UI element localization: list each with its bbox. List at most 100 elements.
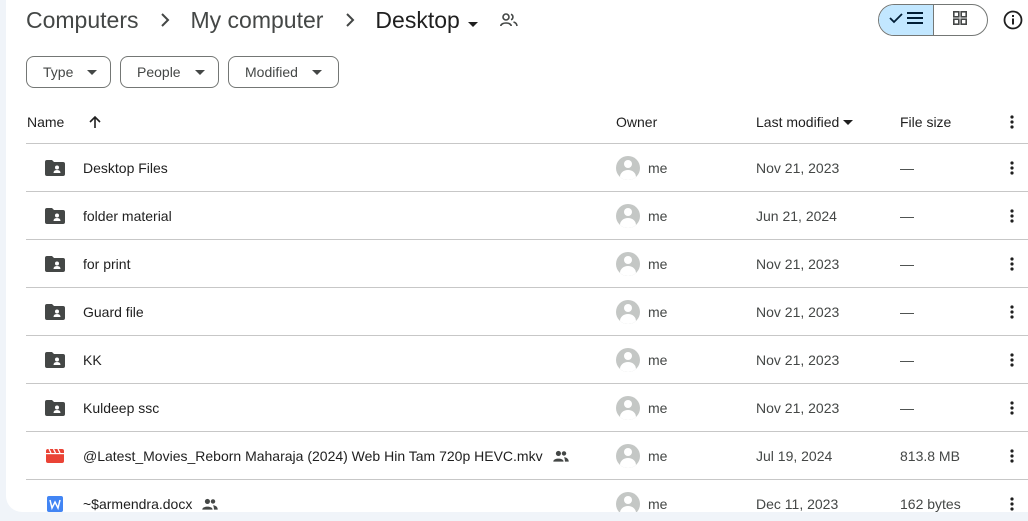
video-icon xyxy=(44,432,66,480)
breadcrumb-item-computers[interactable]: Computers xyxy=(26,7,138,34)
dropdown-arrow-icon xyxy=(311,69,322,75)
list-view-icon xyxy=(906,11,923,29)
avatar xyxy=(616,204,640,228)
table-row[interactable]: ~$armendra.docx me Dec 11, 2023 162 bytes xyxy=(26,480,1028,512)
table-row[interactable]: Kuldeep ssc me Nov 21, 2023 — xyxy=(26,384,1028,432)
folder-icon xyxy=(44,336,66,384)
more-actions-icon[interactable] xyxy=(1004,144,1020,192)
file-name: folder material xyxy=(83,208,172,224)
avatar xyxy=(616,300,640,324)
breadcrumb-current-folder[interactable]: Desktop xyxy=(375,6,478,34)
owner-cell: me xyxy=(616,432,667,480)
chevron-right-icon xyxy=(160,12,170,28)
owner-name: me xyxy=(648,256,668,272)
table-row[interactable]: folder material me Jun 21, 2024 — xyxy=(26,192,1028,240)
file-name-cell[interactable]: Kuldeep ssc xyxy=(83,384,159,432)
file-name: Kuldeep ssc xyxy=(83,400,160,416)
type-filter-chip[interactable]: Type xyxy=(26,56,111,88)
name-column-header[interactable]: Name xyxy=(27,100,64,144)
column-options-icon[interactable] xyxy=(1004,100,1020,144)
more-actions-icon[interactable] xyxy=(1004,240,1020,288)
owner-cell: me xyxy=(616,288,667,336)
file-name-cell[interactable]: Guard file xyxy=(83,288,144,336)
owner-cell: me xyxy=(616,336,667,384)
file-name: for print xyxy=(83,256,131,272)
last-modified-cell: Nov 21, 2023 xyxy=(756,400,840,416)
owner-column-header[interactable]: Owner xyxy=(616,100,657,144)
breadcrumb: Computers My computer Desktop xyxy=(26,4,518,36)
file-name-cell[interactable]: Desktop Files xyxy=(83,144,168,192)
shared-icon xyxy=(202,498,219,510)
grid-view-button[interactable] xyxy=(934,5,988,35)
file-size-cell: — xyxy=(900,352,914,368)
file-name-cell[interactable]: ~$armendra.docx xyxy=(83,480,219,512)
avatar xyxy=(616,396,640,420)
file-size-cell: — xyxy=(900,256,914,272)
avatar xyxy=(616,252,640,276)
owner-name: me xyxy=(648,400,668,416)
owner-cell: me xyxy=(616,384,667,432)
table-row[interactable]: for print me Nov 21, 2023 — xyxy=(26,240,1028,288)
last-modified-cell: Dec 11, 2023 xyxy=(756,496,839,512)
file-name-cell[interactable]: KK xyxy=(83,336,102,384)
modified-filter-chip[interactable]: Modified xyxy=(228,56,339,88)
file-name-cell[interactable]: @Latest_Movies_Reborn Maharaja (2024) We… xyxy=(83,432,569,480)
dropdown-arrow-icon xyxy=(467,7,478,34)
shared-people-icon[interactable] xyxy=(499,13,518,27)
filter-label: People xyxy=(137,64,181,80)
file-size-cell: 162 bytes xyxy=(900,496,961,512)
people-filter-chip[interactable]: People xyxy=(120,56,219,88)
more-actions-icon[interactable] xyxy=(1004,288,1020,336)
more-actions-icon[interactable] xyxy=(1004,480,1020,512)
avatar xyxy=(616,156,640,180)
last-modified-cell: Nov 21, 2023 xyxy=(756,256,840,272)
shared-icon xyxy=(552,450,569,462)
owner-name: me xyxy=(648,208,668,224)
table-header: Name Owner Last modified File size xyxy=(26,100,1028,144)
more-actions-icon[interactable] xyxy=(1004,432,1020,480)
owner-cell: me xyxy=(616,480,667,512)
list-view-button[interactable] xyxy=(879,5,934,35)
more-actions-icon[interactable] xyxy=(1004,384,1020,432)
more-actions-icon[interactable] xyxy=(1004,336,1020,384)
main-panel: Computers My computer Desktop Type Peopl… xyxy=(6,0,1028,512)
more-actions-icon[interactable] xyxy=(1004,192,1020,240)
file-size-cell: — xyxy=(900,304,914,320)
current-folder-title: Desktop xyxy=(375,6,460,33)
file-name-cell[interactable]: for print xyxy=(83,240,130,288)
folder-icon xyxy=(44,384,66,432)
table-row[interactable]: KK me Nov 21, 2023 — xyxy=(26,336,1028,384)
filter-label: Type xyxy=(43,64,74,80)
dropdown-arrow-icon xyxy=(194,69,205,75)
file-size-cell: — xyxy=(900,400,914,416)
info-icon[interactable] xyxy=(1002,9,1024,31)
last-modified-column-header[interactable]: Last modified xyxy=(756,100,854,144)
filter-label: Modified xyxy=(245,64,298,80)
table-row[interactable]: Guard file me Nov 21, 2023 — xyxy=(26,288,1028,336)
file-name: @Latest_Movies_Reborn Maharaja (2024) We… xyxy=(83,448,543,464)
word-doc-icon xyxy=(44,480,66,512)
sort-ascending-arrow-icon[interactable] xyxy=(88,100,102,144)
dropdown-arrow-icon xyxy=(87,69,98,75)
file-name: Guard file xyxy=(83,304,144,320)
last-modified-cell: Nov 21, 2023 xyxy=(756,304,840,320)
owner-cell: me xyxy=(616,240,667,288)
last-modified-cell: Jun 21, 2024 xyxy=(756,208,837,224)
table-row[interactable]: Desktop Files me Nov 21, 2023 — xyxy=(26,144,1028,192)
file-size-column-header[interactable]: File size xyxy=(900,100,951,144)
file-table: Name Owner Last modified File size Deskt… xyxy=(26,100,1028,512)
sort-dropdown-icon xyxy=(843,119,854,125)
file-size-cell: 813.8 MB xyxy=(900,448,960,464)
folder-icon xyxy=(44,240,66,288)
owner-name: me xyxy=(648,160,668,176)
table-body: Desktop Files me Nov 21, 2023 — folder mater… xyxy=(26,144,1028,512)
view-toggle xyxy=(878,4,988,36)
folder-icon xyxy=(44,144,66,192)
table-row[interactable]: @Latest_Movies_Reborn Maharaja (2024) We… xyxy=(26,432,1028,480)
file-name-cell[interactable]: folder material xyxy=(83,192,172,240)
breadcrumb-item-my-computer[interactable]: My computer xyxy=(190,7,323,34)
avatar xyxy=(616,444,640,468)
folder-icon xyxy=(44,192,66,240)
file-size-cell: — xyxy=(900,160,914,176)
file-name: KK xyxy=(83,352,102,368)
